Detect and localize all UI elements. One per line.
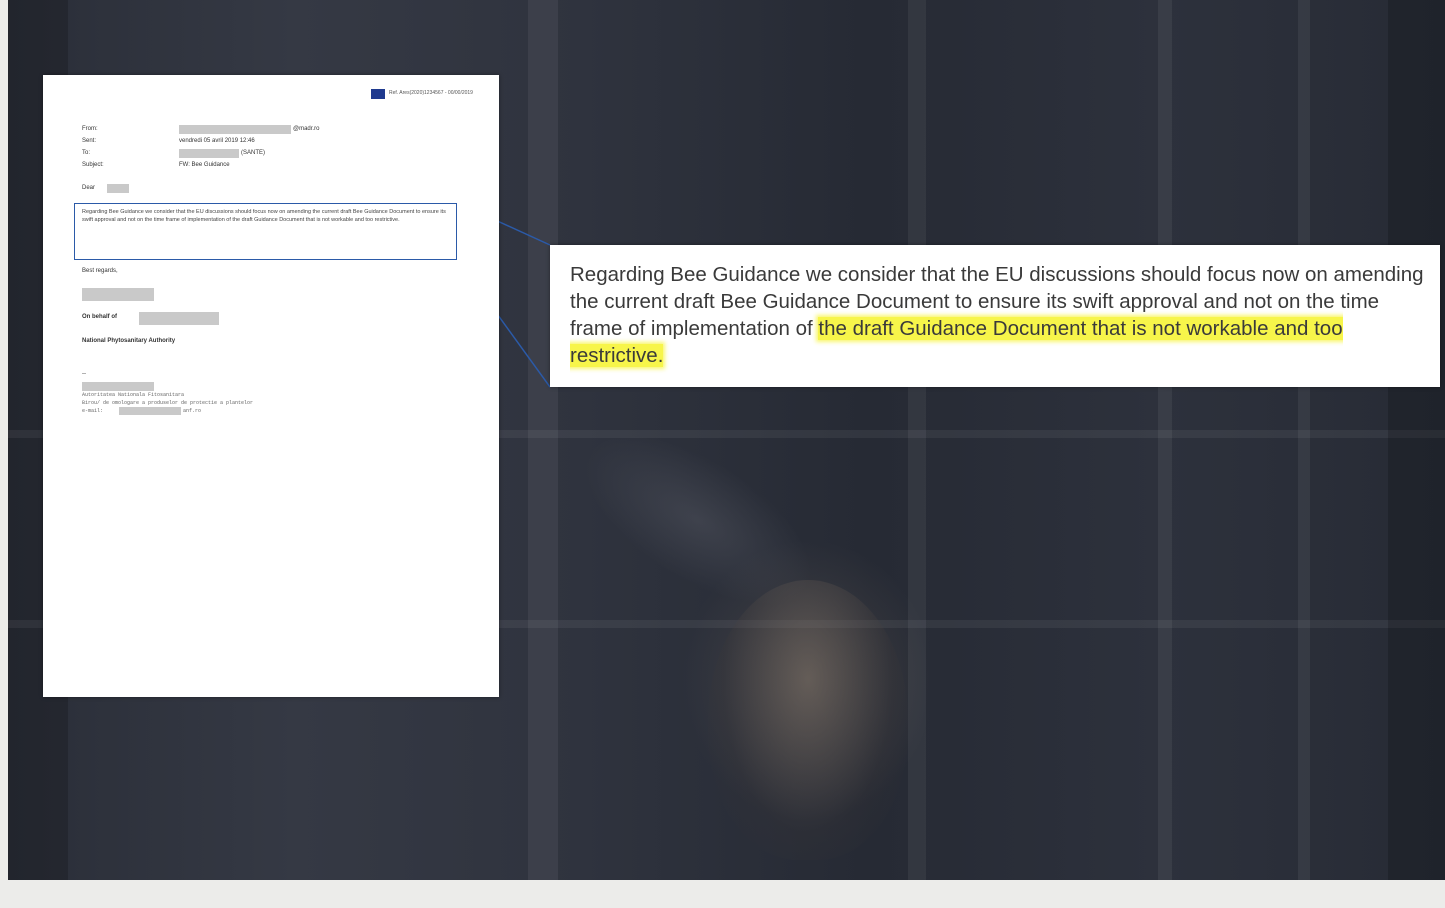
- callout-text: Regarding Bee Guidance we consider that …: [570, 261, 1430, 369]
- to-value: (SANTE): [241, 150, 265, 156]
- shelf-post: [908, 0, 926, 880]
- eu-reference: Ref. Ares(2020)1234567 - 00/00/2019: [389, 90, 473, 96]
- redaction: [119, 407, 181, 415]
- redaction: [82, 382, 154, 391]
- greeting: Dear: [82, 185, 96, 191]
- bottom-strip: [0, 880, 1445, 908]
- shelf-post: [1158, 0, 1172, 880]
- authority-name: National Phytosanitary Authority: [82, 338, 176, 344]
- on-behalf-of: On behalf of: [82, 314, 117, 320]
- redaction: [107, 184, 129, 193]
- shelf-post: [1298, 0, 1310, 880]
- signature-line: Birou/ de omologare a produselor de prot…: [82, 400, 254, 406]
- sent-value: vendredi 05 avril 2019 12:46: [179, 138, 255, 144]
- email-body-excerpt: Regarding Bee Guidance we consider that …: [82, 209, 446, 223]
- signature-email: anf.ro: [183, 408, 202, 414]
- signature-line: Autoritatea Nationala Fitosanitara: [82, 392, 185, 398]
- redaction: [139, 312, 219, 325]
- subject-label: Subject:: [82, 162, 104, 168]
- shelf-shadow: [1388, 0, 1445, 880]
- sent-label: Sent:: [82, 138, 97, 144]
- shelf-post: [528, 0, 558, 880]
- to-label: To:: [82, 150, 91, 156]
- signature-dash: --: [82, 371, 86, 377]
- redaction: [179, 125, 291, 134]
- subject-value: FW: Bee Guidance: [179, 162, 230, 168]
- quote-callout: Regarding Bee Guidance we consider that …: [550, 245, 1440, 387]
- bee-image: [708, 580, 908, 860]
- eu-flag-icon: [371, 89, 385, 99]
- from-label: From:: [82, 126, 98, 132]
- redaction: [82, 288, 154, 301]
- from-value: @madr.ro: [293, 126, 320, 132]
- email-document: Ref. Ares(2020)1234567 - 00/00/2019 From…: [43, 75, 499, 697]
- closing: Best regards,: [82, 268, 118, 274]
- redaction: [179, 149, 239, 158]
- signature-line: e-mail:: [82, 408, 104, 414]
